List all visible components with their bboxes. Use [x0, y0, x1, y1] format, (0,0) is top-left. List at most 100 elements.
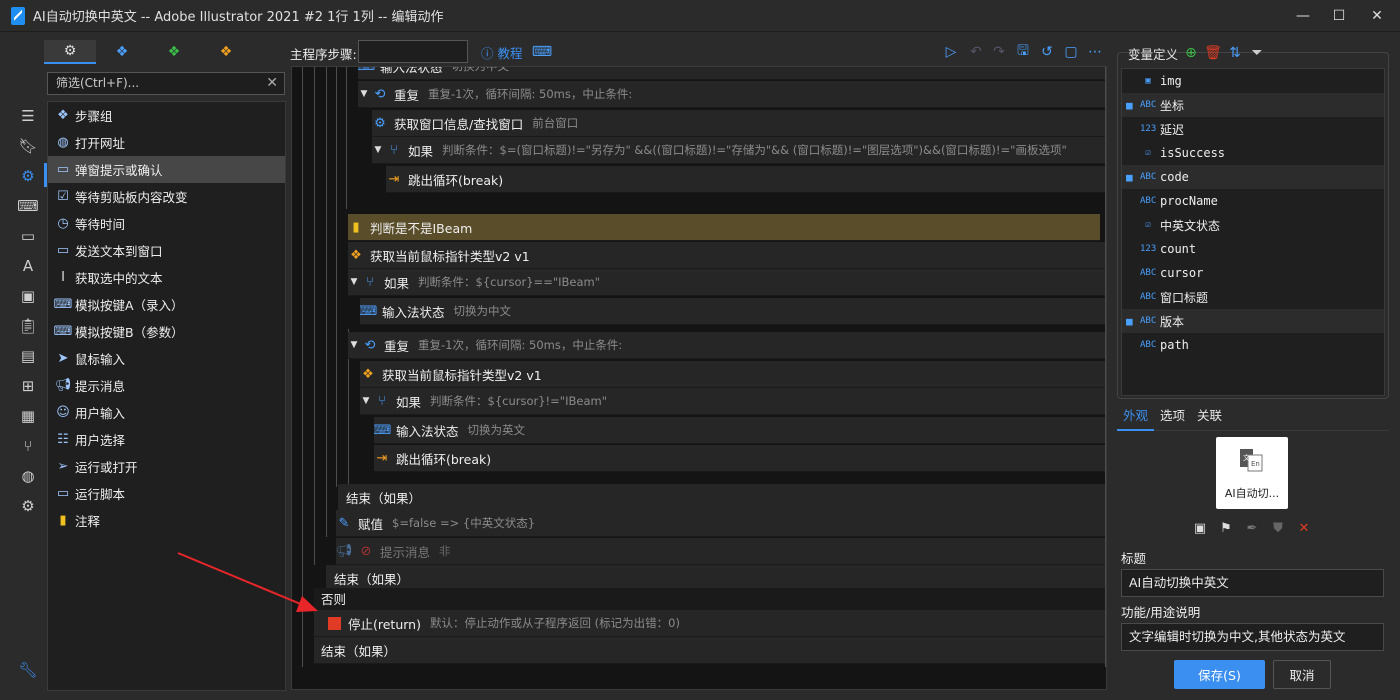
list-item[interactable]: ▭ 弹窗提示或确认 [48, 156, 285, 183]
note-row[interactable]: ▮ 判断是不是IBeam [348, 214, 1100, 241]
list-item[interactable]: ◍ 打开网址 [48, 129, 285, 156]
delete-variable-icon[interactable]: 🗑︎ [1204, 44, 1222, 62]
image-icon[interactable]: ▣ [1191, 519, 1209, 537]
list-item[interactable]: ▮ 注释 [48, 507, 285, 534]
end-if-row[interactable]: 结束（如果） [314, 637, 1105, 664]
step-row[interactable]: ▼ ⟲ 重复 重复-1次，循环间隔: 50ms，中止条件: [358, 81, 1105, 108]
tab-user-steps[interactable]: ❖ [200, 40, 252, 64]
list-item[interactable]: ⌨ 模拟按键B（参数） [48, 318, 285, 345]
undo-icon[interactable]: ↶ [967, 43, 985, 61]
remove-icon[interactable]: ✕ [1295, 519, 1313, 537]
variable-item[interactable]: ☑ 中英文状态 [1122, 213, 1384, 237]
tab-links[interactable]: 关联 [1191, 405, 1228, 431]
collapse-icon[interactable]: ▼ [348, 277, 360, 287]
windows-logo-icon[interactable]: ⊞ [18, 376, 38, 396]
close-button[interactable]: ✕ [1354, 0, 1400, 32]
variable-item[interactable]: ABC 窗口标题 [1122, 285, 1384, 309]
document-icon[interactable]: ▤ [18, 346, 38, 366]
action-thumbnail[interactable]: 文 En AI自动切... [1216, 437, 1288, 509]
step-row[interactable]: ⚙ 获取窗口信息/查找窗口 前台窗口 [372, 110, 1105, 137]
variable-item[interactable]: ■ ABC code [1122, 165, 1384, 189]
step-row-disabled[interactable]: 📢︎ ⊘ 提示消息非 [336, 538, 1105, 565]
list-item[interactable]: ⌨ 模拟按键A（录入） [48, 291, 285, 318]
save-button[interactable]: 保存(S) [1174, 660, 1265, 689]
list-item[interactable]: ▭ 发送文本到窗口 [48, 237, 285, 264]
play-icon[interactable]: ▷ [942, 43, 960, 61]
step-row[interactable]: ⌨ 输入法状态 切换为中文 [360, 298, 1105, 325]
variable-item[interactable]: ☑ isSuccess [1122, 141, 1384, 165]
branch-icon[interactable]: ⑂ [18, 436, 38, 456]
add-variable-icon[interactable]: ⊕ [1182, 44, 1200, 62]
variable-item[interactable]: ABC procName [1122, 189, 1384, 213]
title-input[interactable]: AI自动切换中英文 [1121, 569, 1384, 597]
step-row[interactable]: 停止(return) 默认：停止动作或从子程序返回 (标记为出错：0) [314, 610, 1105, 637]
save-icon[interactable]: 🖫︎ [1014, 43, 1032, 61]
step-row[interactable]: ▼ ⟲ 重复 重复-1次，循环间隔: 50ms，中止条件: [348, 332, 1105, 359]
clear-filter-icon[interactable]: ✕ [266, 73, 278, 94]
step-row[interactable]: ❖ 获取当前鼠标指针类型v2 v1 [360, 361, 1105, 388]
step-row[interactable]: ❖ 获取当前鼠标指针类型v2 v1 [348, 242, 1105, 269]
filter-icon[interactable]: ⏷ [1248, 44, 1266, 62]
more-icon[interactable]: ⋯ [1086, 43, 1104, 61]
end-if-row[interactable]: 结束（如果） [338, 484, 1105, 511]
list-item[interactable]: ☑ 等待剪贴板内容改变 [48, 183, 285, 210]
image-icon[interactable]: ▣ [18, 286, 38, 306]
list-item[interactable]: 📢︎ 提示消息 [48, 372, 285, 399]
list-item[interactable]: Ⅰ 获取选中的文本 [48, 264, 285, 291]
filter-input[interactable]: 筛选(Ctrl+F)... ✕ [47, 72, 285, 95]
variable-item[interactable]: ABC cursor [1122, 261, 1384, 285]
collapse-icon[interactable]: ▼ [360, 396, 372, 406]
tab-appearance[interactable]: 外观 [1117, 405, 1155, 431]
tab-options[interactable]: 选项 [1154, 405, 1191, 431]
collapse-icon[interactable]: ▼ [358, 89, 370, 99]
flag-icon[interactable]: ⚑ [1217, 519, 1235, 537]
grid-icon[interactable]: ▦ [18, 406, 38, 426]
eyedropper-icon[interactable]: ✒ [1243, 519, 1261, 537]
step-row[interactable]: ⌨ 输入法状态 切换为中文 [358, 67, 1105, 80]
collapse-icon[interactable]: ▼ [372, 145, 384, 155]
shirt-icon[interactable]: ⛊ [1269, 519, 1287, 537]
tutorial-link[interactable]: ⓘ 教程 [481, 43, 523, 62]
gear-icon[interactable]: ⚙ [18, 166, 38, 186]
sort-icon[interactable]: ⇅ [1226, 44, 1244, 62]
keyboard-icon[interactable]: ⌨ [17, 196, 39, 216]
step-row[interactable]: ▼ ⑂ 如果 判断条件：$=(窗口标题)!="另存为" &&((窗口标题)!="存储为… [372, 137, 1105, 164]
list-item[interactable]: ❖ 步骤组 [48, 102, 285, 129]
bookmark-icon[interactable]: 🔖︎ [18, 136, 38, 156]
list-item[interactable]: ☷ 用户选择 [48, 426, 285, 453]
cancel-button[interactable]: 取消 [1273, 660, 1331, 689]
clipboard-icon[interactable]: 📋︎ [18, 316, 38, 336]
list-item[interactable]: ➤ 鼠标输入 [48, 345, 285, 372]
else-row[interactable]: 否则 [314, 588, 1105, 610]
gears-icon[interactable]: ⚙ [18, 496, 38, 516]
wrench-icon[interactable]: 🔧︎ [18, 660, 38, 680]
description-input[interactable]: 文字编辑时切换为中文,其他状态为英文 [1121, 623, 1384, 651]
list-item[interactable]: ▭ 运行脚本 [48, 480, 285, 507]
variable-item[interactable]: 123 count [1122, 237, 1384, 261]
variable-item[interactable]: ■ ABC 版本 [1122, 309, 1384, 333]
step-row[interactable]: ▼ ⑂ 如果 判断条件：${cursor}!="IBeam" [360, 388, 1105, 415]
main-step-input[interactable] [358, 40, 468, 63]
globe-icon[interactable]: ◍ [18, 466, 38, 486]
tab-shared-steps[interactable]: ❖ [96, 40, 148, 64]
text-icon[interactable]: A [18, 256, 38, 276]
step-row[interactable]: ⌨ 输入法状态 切换为英文 [374, 417, 1105, 444]
tab-custom-steps[interactable]: ❖ [148, 40, 200, 64]
step-row[interactable]: ⇥ 跳出循环(break) [374, 445, 1105, 472]
keyboard-shortcut-icon[interactable]: ⌨ [532, 43, 552, 61]
step-row[interactable]: ▼ ⑂ 如果 判断条件：${cursor}=="IBeam" [348, 269, 1105, 296]
variable-item[interactable]: ▣ img [1122, 69, 1384, 93]
note-edit-icon[interactable]: ▢ [1062, 43, 1080, 61]
step-row[interactable]: ✎ 赋值 $=false => {中英文状态} [336, 510, 1105, 537]
collapse-icon[interactable]: ▼ [348, 340, 360, 350]
history-icon[interactable]: ↺ [1038, 43, 1056, 61]
variable-item[interactable]: ABC path [1122, 333, 1384, 357]
list-item[interactable]: ➢ 运行或打开 [48, 453, 285, 480]
step-row[interactable]: ⇥ 跳出循环(break) [386, 166, 1105, 193]
menu-list-icon[interactable]: ☰ [18, 106, 38, 126]
window-icon[interactable]: ▭ [18, 226, 38, 246]
list-item[interactable]: ◷ 等待时间 [48, 210, 285, 237]
list-item[interactable]: ☺ 用户输入 [48, 399, 285, 426]
variable-item[interactable]: 123 延迟 [1122, 117, 1384, 141]
redo-icon[interactable]: ↷ [990, 43, 1008, 61]
